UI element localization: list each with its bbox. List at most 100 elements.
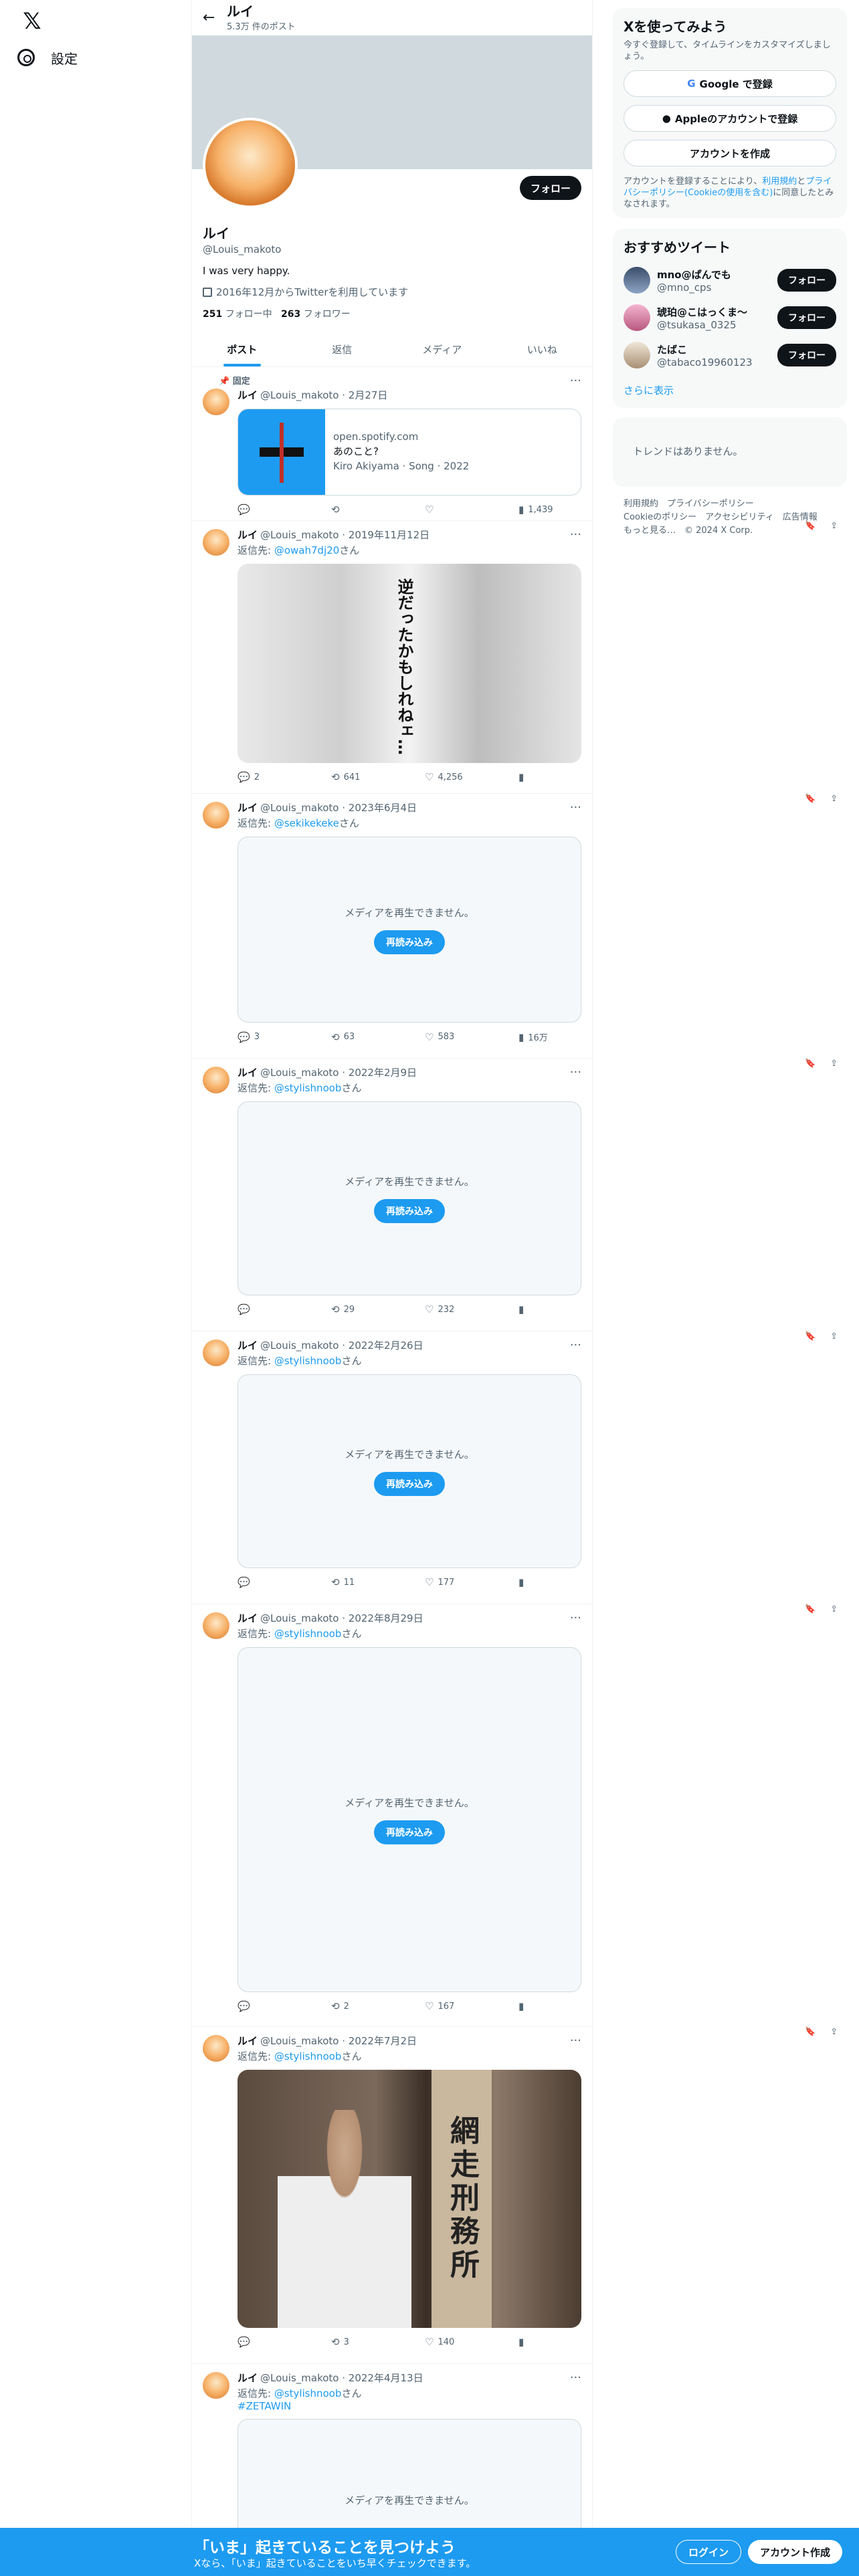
like-button[interactable]: ♡ bbox=[425, 504, 485, 516]
like-button[interactable]: ♡ 167 bbox=[425, 2000, 485, 2012]
rec-follow-button[interactable]: フォロー bbox=[777, 344, 836, 366]
more-icon[interactable]: ··· bbox=[570, 1338, 581, 1352]
like-button[interactable]: ♡ 4,256 bbox=[425, 771, 485, 783]
views-button[interactable]: ▮ bbox=[518, 1303, 579, 1315]
tweet-handle[interactable]: @Louis_makoto bbox=[260, 802, 339, 814]
rec-follow-button[interactable]: フォロー bbox=[777, 306, 836, 329]
avatar[interactable] bbox=[203, 529, 229, 556]
tweet[interactable]: 📌 固定 ··· ルイ @Louis_makoto · 2月27日 open.sp… bbox=[192, 367, 838, 521]
tweet[interactable]: ··· ルイ @Louis_makoto · 2022年4月13日 返信先: @s… bbox=[192, 2364, 592, 2553]
recommended-user[interactable]: 琥珀@こはっくま〜 @tsukasa_0325 フォロー bbox=[624, 304, 836, 331]
tweet[interactable]: ··· ルイ @Louis_makoto · 2022年8月29日 返信先: @s… bbox=[192, 1604, 838, 2027]
tweet-author[interactable]: ルイ bbox=[237, 2034, 258, 2048]
tweet[interactable]: ··· ルイ @Louis_makoto · 2022年7月2日 返信先: @st… bbox=[192, 2027, 838, 2364]
tweet-handle[interactable]: @Louis_makoto bbox=[260, 389, 339, 401]
retweet-button[interactable]: ⟲ 29 bbox=[331, 1303, 391, 1315]
followers-count[interactable]: 263 bbox=[281, 309, 300, 320]
tweet-author[interactable]: ルイ bbox=[237, 800, 258, 815]
tab-posts[interactable]: ポスト bbox=[192, 332, 292, 366]
login-button[interactable]: ログイン bbox=[676, 2540, 742, 2564]
share-icon[interactable]: ⇪ bbox=[830, 1331, 838, 1341]
bookmark-icon[interactable]: 🔖 bbox=[805, 1604, 816, 1614]
views-button[interactable]: ▮ 1,439 bbox=[518, 504, 579, 516]
reply-button[interactable]: 💬 3 bbox=[237, 1031, 298, 1043]
reload-button[interactable]: 再読み込み bbox=[374, 1198, 445, 1223]
avatar[interactable] bbox=[203, 389, 229, 415]
rec-handle[interactable]: @mno_cps bbox=[657, 282, 777, 294]
more-icon[interactable]: ··· bbox=[570, 1065, 581, 1079]
like-button[interactable]: ♡ 232 bbox=[425, 1303, 485, 1315]
followers-label[interactable]: フォロワー bbox=[304, 309, 351, 320]
tweet-handle[interactable]: @Louis_makoto bbox=[260, 1339, 339, 1352]
tab-replies[interactable]: 返信 bbox=[292, 332, 393, 366]
apple-signup-button[interactable]: ● Appleのアカウントで登録 bbox=[624, 105, 836, 132]
tweet-image[interactable]: 網走刑務所 bbox=[237, 2070, 581, 2328]
share-icon[interactable]: ⇪ bbox=[830, 2027, 838, 2037]
bookmark-icon[interactable]: 🔖 bbox=[805, 1059, 816, 1069]
avatar[interactable] bbox=[624, 267, 650, 294]
reply-button[interactable]: 💬 bbox=[237, 2336, 298, 2348]
more-icon[interactable]: ··· bbox=[570, 800, 581, 815]
tweet-date[interactable]: 2月27日 bbox=[349, 388, 388, 402]
views-button[interactable]: ▮ bbox=[518, 771, 579, 783]
follow-button[interactable]: フォロー bbox=[519, 176, 581, 200]
tweet-date[interactable]: 2022年2月26日 bbox=[349, 1338, 423, 1352]
tweet-date[interactable]: 2022年7月2日 bbox=[349, 2034, 417, 2048]
views-button[interactable]: ▮ 16万 bbox=[518, 1031, 579, 1044]
bookmark-icon[interactable]: 🔖 bbox=[805, 2027, 816, 2037]
reply-button[interactable]: 💬 bbox=[237, 504, 298, 516]
footer-line[interactable]: 利用規約 プライバシーポリシー bbox=[624, 498, 836, 511]
following-label[interactable]: フォロー中 bbox=[225, 309, 272, 320]
views-button[interactable]: ▮ bbox=[518, 2000, 579, 2012]
reload-button[interactable]: 再読み込み bbox=[374, 1820, 445, 1844]
link-card[interactable]: open.spotify.com あのこと? Kiro Akiyama · So… bbox=[237, 409, 581, 496]
more-icon[interactable]: ··· bbox=[570, 2034, 581, 2048]
tweet-handle[interactable]: @Louis_makoto bbox=[260, 2035, 339, 2047]
reply-to-link[interactable]: @sekikekeke bbox=[274, 817, 339, 829]
tweet-date[interactable]: 2023年6月4日 bbox=[349, 800, 417, 815]
like-button[interactable]: ♡ 177 bbox=[425, 1576, 485, 1588]
more-icon[interactable]: ··· bbox=[570, 1611, 581, 1625]
tweet-date[interactable]: 2022年2月9日 bbox=[349, 1065, 417, 1079]
footer-line[interactable]: もっと見る… © 2024 X Corp. bbox=[624, 524, 836, 538]
tweet-author[interactable]: ルイ bbox=[237, 1611, 258, 1625]
create-account-button[interactable]: アカウントを作成 bbox=[624, 140, 836, 167]
cookie-link[interactable]: (Cookieの使用を含む) bbox=[684, 188, 773, 198]
reply-to-link[interactable]: @stylishnoob bbox=[274, 2050, 342, 2062]
like-button[interactable]: ♡ 583 bbox=[425, 1031, 485, 1043]
reply-button[interactable]: 💬 bbox=[237, 1303, 298, 1315]
signup-button[interactable]: アカウント作成 bbox=[748, 2540, 843, 2564]
avatar[interactable] bbox=[624, 342, 650, 368]
retweet-button[interactable]: ⟲ bbox=[331, 504, 391, 516]
tweet-handle[interactable]: @Louis_makoto bbox=[260, 2372, 339, 2384]
tweet-handle[interactable]: @Louis_makoto bbox=[260, 1067, 339, 1079]
rec-name[interactable]: mno@ぱんでも bbox=[657, 267, 777, 282]
show-more-link[interactable]: さらに表示 bbox=[624, 383, 836, 397]
reply-to-link[interactable]: @stylishnoob bbox=[274, 1082, 342, 1094]
rec-follow-button[interactable]: フォロー bbox=[777, 269, 836, 292]
avatar[interactable] bbox=[203, 2035, 229, 2062]
more-icon[interactable]: ··· bbox=[570, 2371, 581, 2385]
avatar[interactable] bbox=[203, 1339, 229, 1366]
tweet-author[interactable]: ルイ bbox=[237, 388, 258, 402]
tweet-image[interactable]: 逆だったかもしれねェ… bbox=[237, 564, 581, 763]
tweet[interactable]: ··· ルイ @Louis_makoto · 2022年2月26日 返信先: @s… bbox=[192, 1331, 838, 1604]
recommended-user[interactable]: mno@ぱんでも @mno_cps フォロー bbox=[624, 267, 836, 294]
avatar[interactable] bbox=[203, 802, 229, 829]
tab-likes[interactable]: いいね bbox=[492, 332, 593, 366]
avatar[interactable] bbox=[203, 1067, 229, 1093]
avatar[interactable] bbox=[203, 2372, 229, 2399]
retweet-button[interactable]: ⟲ 3 bbox=[331, 2336, 391, 2348]
reply-button[interactable]: 💬 bbox=[237, 2000, 298, 2012]
rec-handle[interactable]: @tabaco19960123 bbox=[657, 356, 777, 368]
retweet-button[interactable]: ⟲ 641 bbox=[331, 771, 391, 783]
back-arrow-icon[interactable]: ← bbox=[203, 9, 227, 26]
tweet-author[interactable]: ルイ bbox=[237, 1065, 258, 1079]
more-icon[interactable]: ··· bbox=[570, 528, 581, 542]
tweet-date[interactable]: 2022年8月29日 bbox=[349, 1611, 423, 1625]
tweet-author[interactable]: ルイ bbox=[237, 528, 258, 542]
retweet-button[interactable]: ⟲ 11 bbox=[331, 1576, 391, 1588]
tweet[interactable]: ··· ルイ @Louis_makoto · 2023年6月4日 返信先: @se… bbox=[192, 794, 838, 1059]
retweet-button[interactable]: ⟲ 63 bbox=[331, 1031, 391, 1043]
following-count[interactable]: 251 bbox=[203, 309, 222, 320]
